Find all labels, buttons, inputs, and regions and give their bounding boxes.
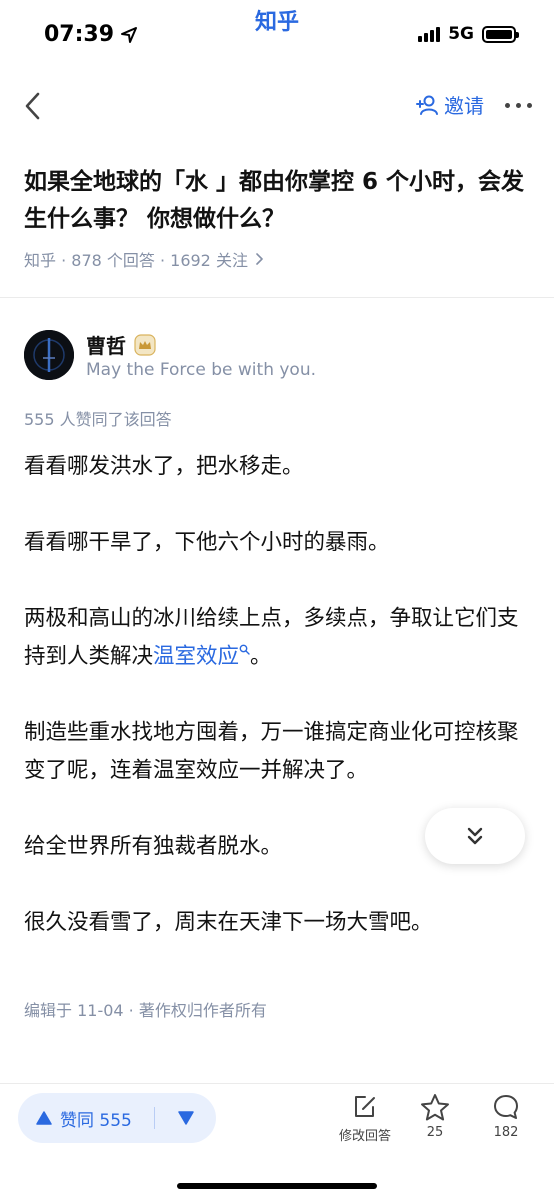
favorite-button[interactable]: 25 — [400, 1093, 470, 1140]
chevron-right-icon — [256, 253, 263, 265]
status-indicators: 5G — [418, 24, 519, 44]
search-icon — [239, 644, 250, 655]
vote-down-button[interactable] — [155, 1111, 216, 1125]
edit-info: 编辑于 11-04 · 著作权归作者所有 — [24, 1001, 267, 1020]
home-indicator — [177, 1183, 377, 1189]
search-link-label: 温室效应 — [153, 644, 240, 669]
vote-group: 赞同 555 — [18, 1093, 216, 1143]
nav-bar: 邀请 — [0, 76, 554, 132]
answer-paragraph: 看看哪发洪水了，把水移走。 — [24, 454, 304, 479]
crown-badge-icon — [134, 333, 156, 356]
author-name: 曹哲 — [86, 334, 126, 358]
collapse-button[interactable] — [425, 808, 525, 864]
comment-count: 182 — [493, 1125, 519, 1140]
more-dots-icon — [504, 102, 510, 108]
avatar[interactable] — [24, 330, 74, 380]
status-bar: 07:39 知乎 5G — [0, 0, 554, 64]
triangle-up-icon — [36, 1111, 52, 1125]
section-divider — [0, 297, 554, 298]
answer-body: 看看哪发洪水了，把水移走。 看看哪干旱了，下他六个小时的暴雨。 两极和高山的冰川… — [24, 448, 530, 942]
search-link[interactable]: 温室效应 — [153, 644, 250, 669]
signal-icon — [418, 26, 441, 42]
edit-answer-label: 修改回答 — [338, 1129, 391, 1144]
invite-button[interactable]: 邀请 — [416, 90, 484, 119]
avatar-image — [24, 330, 74, 380]
battery-icon — [482, 25, 519, 43]
network-type: 5G — [448, 24, 474, 44]
back-button[interactable] — [16, 88, 52, 124]
star-icon — [421, 1094, 449, 1121]
edit-answer-button[interactable]: 修改回答 — [330, 1093, 400, 1144]
answer-paragraph: 制造些重水找地方囤着，万一谁搞定商业化可控核聚变了呢，连着温室效应一并解决了。 — [24, 720, 519, 783]
invite-label: 邀请 — [444, 94, 484, 118]
answer-paragraph: 两极和高山的冰川给续上点，多续点，争取让它们支持到人类解决温室效应。 — [24, 600, 530, 676]
double-chevron-down-icon — [467, 827, 483, 845]
triangle-down-icon — [177, 1111, 194, 1125]
question-meta-text: 知乎 · 878 个回答 · 1692 关注 — [24, 251, 248, 270]
vote-up-button[interactable]: 赞同 555 — [18, 1106, 154, 1131]
answer-paragraph: 看看哪干旱了，下他六个小时的暴雨。 — [24, 530, 390, 555]
edit-icon — [355, 1096, 375, 1117]
vote-up-label: 赞同 555 — [60, 1110, 132, 1131]
add-user-icon — [416, 95, 438, 115]
question-title[interactable]: 如果全地球的「水 」都由你掌控 6 个小时，会发生什么事？ 你想做什么？ — [24, 164, 534, 238]
comment-button[interactable]: 182 — [471, 1093, 541, 1140]
author-bio: May the Force be with you. — [86, 360, 317, 380]
likes-count-line: 555 人赞同了该回答 — [24, 410, 172, 429]
answer-text: 。 — [250, 644, 272, 669]
favorite-count: 25 — [426, 1125, 444, 1140]
author-name-row[interactable]: 曹哲 — [86, 330, 156, 359]
comment-icon — [494, 1095, 518, 1119]
chevron-left-icon — [25, 92, 40, 120]
answer-paragraph: 很久没看雪了，周末在天津下一场大雪吧。 — [24, 910, 433, 935]
question-meta[interactable]: 知乎 · 878 个回答 · 1692 关注 — [24, 247, 266, 271]
more-button[interactable] — [500, 90, 536, 120]
